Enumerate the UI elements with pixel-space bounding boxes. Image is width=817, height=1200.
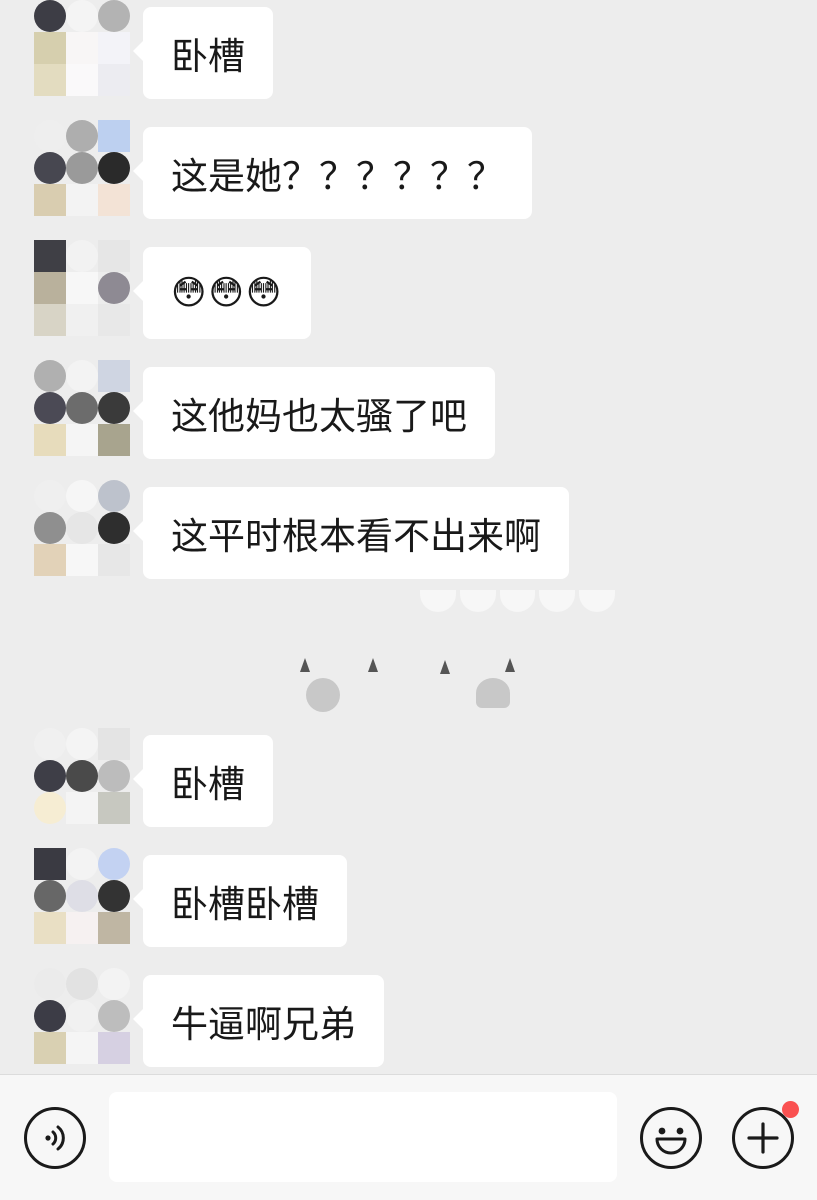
chat-area[interactable]: 卧槽 这是她？？？？？？ 😳😳😳 这他妈也太骚了吧 这平时根本看不出来啊 卧槽 …: [0, 0, 817, 1074]
message-bubble[interactable]: 😳😳😳: [132, 247, 312, 339]
message-bubble[interactable]: 卧槽: [133, 7, 273, 99]
message-row: 这平时根本看不出来啊: [0, 480, 817, 580]
message-row: 卧槽卧槽: [0, 848, 817, 948]
message-emoji: 😳😳😳: [171, 273, 284, 313]
message-text: 这是她？？？？？？: [171, 155, 504, 198]
message-bubble[interactable]: 卧槽: [133, 735, 273, 827]
message-text: 卧槽: [171, 763, 245, 806]
message-text: 卧槽: [171, 35, 245, 78]
smiley-icon: [655, 1127, 687, 1155]
emoji-button[interactable]: [640, 1107, 702, 1169]
message-row: 卧槽: [0, 0, 817, 100]
obscured-mark: [300, 658, 310, 672]
avatar[interactable]: [34, 120, 130, 216]
message-bubble[interactable]: 牛逼啊兄弟: [133, 975, 384, 1067]
voice-icon: [45, 1125, 65, 1151]
message-text: 卧槽卧槽: [171, 883, 319, 926]
avatar[interactable]: [34, 0, 130, 96]
message-text: 牛逼啊兄弟: [171, 1003, 356, 1046]
obscured-content: [420, 590, 615, 612]
obscured-mark: [368, 658, 378, 672]
obscured-shape: [306, 678, 340, 712]
voice-button[interactable]: [24, 1107, 86, 1169]
message-row: 😳😳😳: [0, 240, 817, 340]
message-input[interactable]: [109, 1092, 617, 1182]
message-row: 这他妈也太骚了吧: [0, 360, 817, 460]
message-row: 牛逼啊兄弟: [0, 968, 817, 1068]
message-bubble[interactable]: 这平时根本看不出来啊: [133, 487, 569, 579]
message-text: 这他妈也太骚了吧: [171, 395, 467, 438]
message-text: 这平时根本看不出来啊: [171, 515, 541, 558]
obscured-mark: [505, 658, 515, 672]
message-bubble[interactable]: 这是她？？？？？？: [133, 127, 532, 219]
avatar[interactable]: [34, 848, 130, 944]
obscured-shape: [476, 678, 510, 708]
message-row: 这是她？？？？？？: [0, 120, 817, 220]
avatar[interactable]: [34, 240, 130, 336]
message-bubble[interactable]: 卧槽卧槽: [133, 855, 347, 947]
obscured-mark: [440, 660, 450, 674]
avatar[interactable]: [34, 480, 130, 576]
notification-dot: [782, 1101, 799, 1118]
message-row: 卧槽: [0, 728, 817, 828]
avatar[interactable]: [34, 728, 130, 824]
message-bubble[interactable]: 这他妈也太骚了吧: [133, 367, 495, 459]
plus-icon: [747, 1122, 779, 1154]
avatar[interactable]: [34, 968, 130, 1064]
avatar[interactable]: [34, 360, 130, 456]
